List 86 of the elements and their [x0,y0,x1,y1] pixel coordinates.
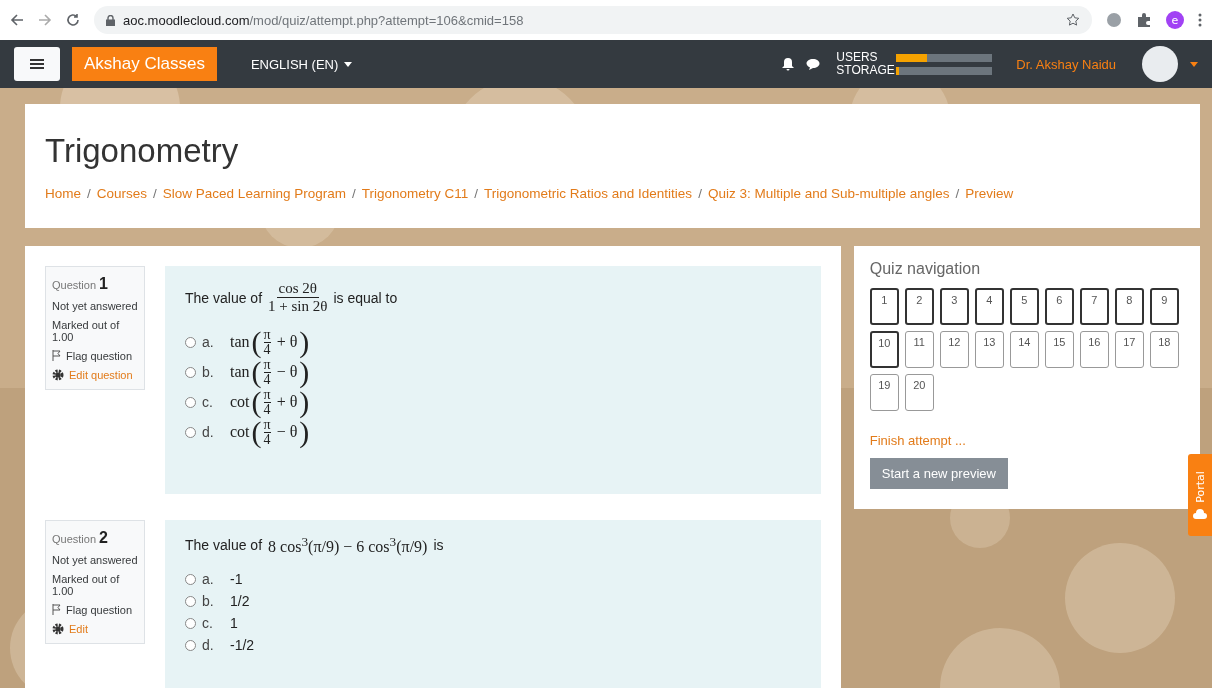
question-nav-button[interactable]: 17 [1114,331,1144,368]
radio-button[interactable] [185,426,196,438]
question-status: Not yet answered [52,300,138,312]
option-letter: c. [202,394,214,410]
question-text: is equal to [333,289,398,306]
radio-button[interactable] [185,573,196,585]
question-nav-button[interactable]: 12 [939,331,969,368]
question-nav-button[interactable]: 6 [1044,288,1074,325]
user-name[interactable]: Dr. Akshay Naidu [1016,56,1116,72]
bell-icon[interactable] [782,57,795,71]
math-expression: 8 cos$^{3}$(π/9) − 6 cos$^{3}$(π/9) [268,534,428,557]
option-letter: a. [202,334,215,350]
page-title: Trigonometry [45,132,240,170]
menu-icon[interactable] [1198,13,1202,27]
caret-icon [344,61,353,67]
option-letter: a. [202,571,215,588]
option-letter: b. [202,364,215,380]
math-fraction: cos 2θ 1 + sin 2θ [268,280,328,315]
language-menu[interactable]: ENGLISH (EN) [250,56,353,72]
cloud-icon [1193,508,1207,520]
question-nav-button[interactable]: 14 [1009,331,1039,368]
gear-icon [52,623,64,635]
flag-question-link[interactable]: Flag question [66,350,133,362]
question-text: The value of [185,537,263,554]
question-marks: Marked out of 1.00 [52,573,121,597]
caret-icon[interactable] [1190,61,1198,67]
radio-button[interactable] [185,595,196,607]
radio-button[interactable] [185,336,196,348]
question-nav-button[interactable]: 7 [1079,288,1109,325]
flag-icon [52,604,61,615]
reload-icon[interactable] [66,13,80,27]
usage-label: STORAGE [836,64,893,77]
menu-button[interactable] [14,47,60,81]
panel-title: Quiz navigation [869,260,982,278]
option-text: 1 [230,615,238,632]
flag-question-link[interactable]: Flag question [66,604,133,616]
flag-icon [52,350,61,361]
option-letter: b. [202,593,215,610]
breadcrumb-separator: / [955,186,960,201]
breadcrumb-separator: / [698,186,702,201]
question-nav-button[interactable]: 16 [1079,331,1109,368]
question-nav-button[interactable]: 1 [869,288,899,325]
user-avatar[interactable] [1142,46,1178,82]
menu-icon [30,58,44,70]
chat-icon[interactable] [806,58,821,70]
question-number: Question 1 [52,275,109,293]
question-nav-button[interactable]: 5 [1009,288,1039,325]
option-text: -1/2 [230,637,255,654]
question-nav-button[interactable]: 3 [939,288,969,325]
option-text: 1/2 [230,593,250,610]
option-letter: d. [202,424,215,440]
question-nav-button[interactable]: 8 [1114,288,1144,325]
question-nav-button[interactable]: 4 [974,288,1004,325]
question-status: Not yet answered [52,554,138,566]
question-nav-button[interactable]: 19 [869,374,899,411]
back-icon[interactable] [10,13,24,27]
question-number: Question 2 [52,529,109,547]
breadcrumb-separator: / [474,186,478,201]
question-nav-button[interactable]: 9 [1149,288,1179,325]
gear-icon [52,369,64,381]
star-icon[interactable] [1066,13,1080,27]
profile-avatar[interactable]: e [1166,11,1184,29]
question-nav-button[interactable]: 15 [1044,331,1074,368]
option-text: -1 [230,571,243,588]
puzzle-icon[interactable] [1136,12,1152,28]
breadcrumb-separator: / [87,186,91,201]
question-nav-button[interactable]: 2 [904,288,934,325]
question-nav-button[interactable]: 11 [904,331,934,368]
question-nav-button[interactable]: 13 [974,331,1004,368]
usage-label: USERS [836,51,879,64]
question-marks: Marked out of 1.00 [52,319,121,343]
question-nav-button[interactable]: 10 [869,331,899,368]
breadcrumb-separator: / [351,186,356,201]
breadcrumb-separator: / [153,186,157,201]
radio-button[interactable] [185,639,196,651]
question-nav-button[interactable]: 18 [1149,331,1179,368]
radio-button[interactable] [185,396,196,408]
address-bar[interactable]: aoc.moodlecloud.com/mod/quiz/attempt.php?attempt=106&cmid=158 [94,6,1092,34]
option-letter: d. [202,637,215,654]
radio-button[interactable] [185,366,196,378]
question-nav-button[interactable]: 20 [904,374,934,411]
option-letter: c. [202,615,214,632]
lock-icon [106,14,115,26]
question-text: The value of [185,289,263,306]
radio-button[interactable] [185,617,196,629]
question-text: is [433,537,444,554]
